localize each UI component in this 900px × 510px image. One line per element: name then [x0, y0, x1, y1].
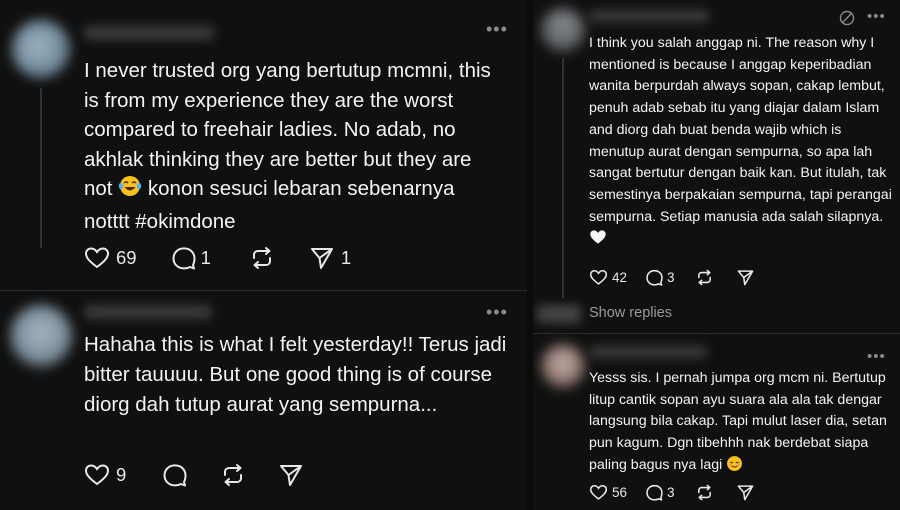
- post-text: I think you salah anggap ni. The reason …: [589, 33, 893, 253]
- relieved-face-emoji: [726, 455, 743, 480]
- repost-icon: [220, 463, 246, 487]
- share-button[interactable]: 1: [309, 246, 351, 270]
- reply-button[interactable]: 3: [645, 484, 675, 501]
- like-button[interactable]: 56: [589, 484, 627, 501]
- thread-line: [562, 58, 564, 298]
- like-button[interactable]: 42: [589, 269, 627, 286]
- post-text: I never trusted org yang bertutup mcmni,…: [84, 59, 491, 233]
- thread-line: [40, 88, 42, 248]
- repost-button[interactable]: [695, 484, 714, 501]
- reply-count: 3: [667, 485, 675, 500]
- reply-button[interactable]: 3: [645, 269, 675, 286]
- heart-icon: [589, 484, 608, 501]
- share-button[interactable]: [736, 484, 755, 501]
- like-button[interactable]: 9: [84, 463, 126, 487]
- reply-button[interactable]: 1: [171, 246, 211, 270]
- show-replies-row[interactable]: Show replies: [533, 299, 900, 329]
- comment-icon: [171, 246, 197, 270]
- username-blurred[interactable]: [589, 346, 707, 358]
- like-button[interactable]: 69: [84, 246, 137, 270]
- repost-button[interactable]: [695, 269, 714, 286]
- show-replies-link[interactable]: Show replies: [589, 305, 672, 321]
- post-actions: 69 1 1: [84, 246, 351, 270]
- like-count: 69: [116, 247, 137, 268]
- share-count: 1: [340, 247, 352, 268]
- repost-button[interactable]: [220, 463, 246, 487]
- thread-post: ••• I never trusted org yang bertutup mc…: [0, 0, 527, 290]
- laughing-tears-emoji: [118, 174, 142, 207]
- thread-post: ••• Hahaha this is what I felt yesterday…: [0, 291, 527, 510]
- post-actions: 9: [84, 463, 304, 487]
- avatar[interactable]: [12, 20, 70, 78]
- reply-count: 1: [200, 247, 211, 268]
- thread-post: ••• I think you salah anggap ni. The rea…: [533, 0, 900, 298]
- left-thread-panel: ••• I never trusted org yang bertutup mc…: [0, 0, 527, 510]
- avatar[interactable]: [10, 305, 72, 367]
- avatar[interactable]: [541, 344, 585, 388]
- like-count: 56: [612, 485, 628, 500]
- post-text: Hahaha this is what I felt yesterday!! T…: [84, 333, 507, 416]
- right-thread-panel: ••• I think you salah anggap ni. The rea…: [533, 0, 900, 510]
- more-icon[interactable]: •••: [867, 9, 886, 24]
- more-icon[interactable]: •••: [486, 20, 508, 38]
- send-icon: [278, 463, 304, 487]
- comment-icon: [645, 484, 664, 501]
- like-count: 42: [612, 270, 628, 285]
- more-icon[interactable]: •••: [867, 349, 886, 364]
- white-heart-emoji: [589, 229, 607, 253]
- repost-icon: [695, 484, 714, 501]
- like-count: 9: [116, 464, 127, 485]
- repost-icon: [695, 269, 714, 286]
- post-actions: 56 3: [589, 484, 755, 501]
- comment-icon: [162, 463, 188, 487]
- post-text: Yesss sis. I pernah jumpa org mcm ni. Be…: [589, 368, 893, 480]
- heart-icon: [84, 463, 110, 487]
- heart-icon: [84, 246, 110, 270]
- username-blurred[interactable]: [84, 26, 214, 40]
- avatar-stack-blurred: [537, 305, 581, 323]
- thread-post: ••• Yesss sis. I pernah jumpa org mcm ni…: [533, 334, 900, 510]
- muted-icon[interactable]: [839, 10, 855, 31]
- username-blurred[interactable]: [589, 10, 709, 22]
- post-actions: 42 3: [589, 269, 755, 286]
- comment-icon: [645, 269, 664, 286]
- repost-icon: [249, 246, 275, 270]
- share-button[interactable]: [736, 269, 755, 286]
- username-blurred[interactable]: [84, 305, 212, 319]
- avatar[interactable]: [541, 8, 585, 52]
- more-icon[interactable]: •••: [486, 303, 508, 321]
- send-icon: [309, 246, 335, 270]
- heart-icon: [589, 269, 608, 286]
- repost-button[interactable]: [249, 246, 275, 270]
- reply-count: 3: [667, 270, 675, 285]
- send-icon: [736, 269, 755, 286]
- send-icon: [736, 484, 755, 501]
- reply-button[interactable]: [162, 463, 188, 487]
- share-button[interactable]: [278, 463, 304, 487]
